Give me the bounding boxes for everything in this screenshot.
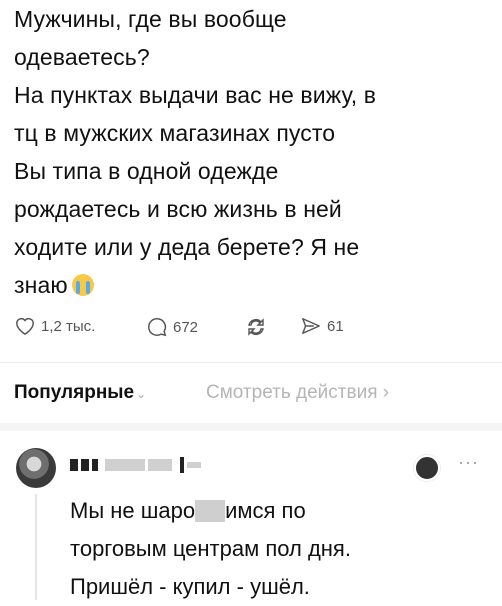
censored-blur: [195, 500, 226, 522]
post-line: ходите или у деда берете? Я не: [14, 234, 360, 260]
post-line: Вы типа в одной одежде: [14, 158, 279, 184]
reply-button[interactable]: 672: [146, 316, 198, 338]
reaction-avatar-icon: [414, 455, 440, 481]
comment-text: Мы не шаро имся по торговым центрам пол д…: [70, 492, 490, 606]
comment-line: торговым центрам пол дня.: [70, 536, 351, 561]
comment-line-part: имся по: [225, 498, 306, 523]
reply-count: 672: [173, 318, 199, 336]
post-line: На пунктах выдачи вас не вижу, в: [14, 82, 377, 108]
post-text: Мужчины, где вы вообще одеваетесь? На пу…: [14, 0, 484, 304]
avatar[interactable]: [16, 448, 56, 488]
comment-line: Пришёл - купил - ушёл.: [70, 574, 310, 599]
like-button[interactable]: 1,2 тыс.: [14, 316, 95, 336]
chevron-right-icon: ›: [382, 382, 390, 403]
username-obscured[interactable]: [70, 456, 270, 474]
tab-popular-label: Популярные: [14, 382, 135, 403]
thread-line: [35, 494, 37, 600]
comment-icon: [148, 318, 167, 337]
share-button[interactable]: 61: [300, 316, 344, 336]
comment-line: Мы не шаро имся по: [70, 492, 490, 530]
repost-button[interactable]: [244, 316, 273, 338]
divider: [0, 362, 502, 363]
repost-icon: [248, 318, 264, 336]
tab-view-actions[interactable]: Смотреть действия ›: [206, 382, 389, 404]
post-actions: 1,2 тыс. 672 61: [14, 316, 484, 344]
section-divider: [0, 423, 502, 431]
share-count: 61: [327, 317, 344, 335]
send-icon: [302, 318, 320, 334]
tab-popular[interactable]: Популярные ⌄: [14, 382, 146, 404]
post-line: тц в мужских магазинах пусто: [14, 120, 336, 146]
post-line: одеваетесь?: [14, 44, 150, 70]
post-line: знаю: [14, 272, 68, 298]
like-count: 1,2 тыс.: [41, 317, 96, 335]
post-line: рождаетесь и всю жизнь в ней: [14, 196, 342, 222]
crying-face-icon: [71, 274, 94, 296]
more-options-icon[interactable]: ···: [458, 452, 479, 473]
comment-line-part: Мы не шаро: [70, 498, 196, 523]
tab-view-actions-label: Смотреть действия: [206, 382, 378, 403]
post-last-line: знаю: [14, 266, 484, 304]
heart-icon: [16, 318, 34, 336]
post-line: Мужчины, где вы вообще: [14, 6, 287, 32]
chevron-down-icon: ⌄: [136, 387, 147, 401]
